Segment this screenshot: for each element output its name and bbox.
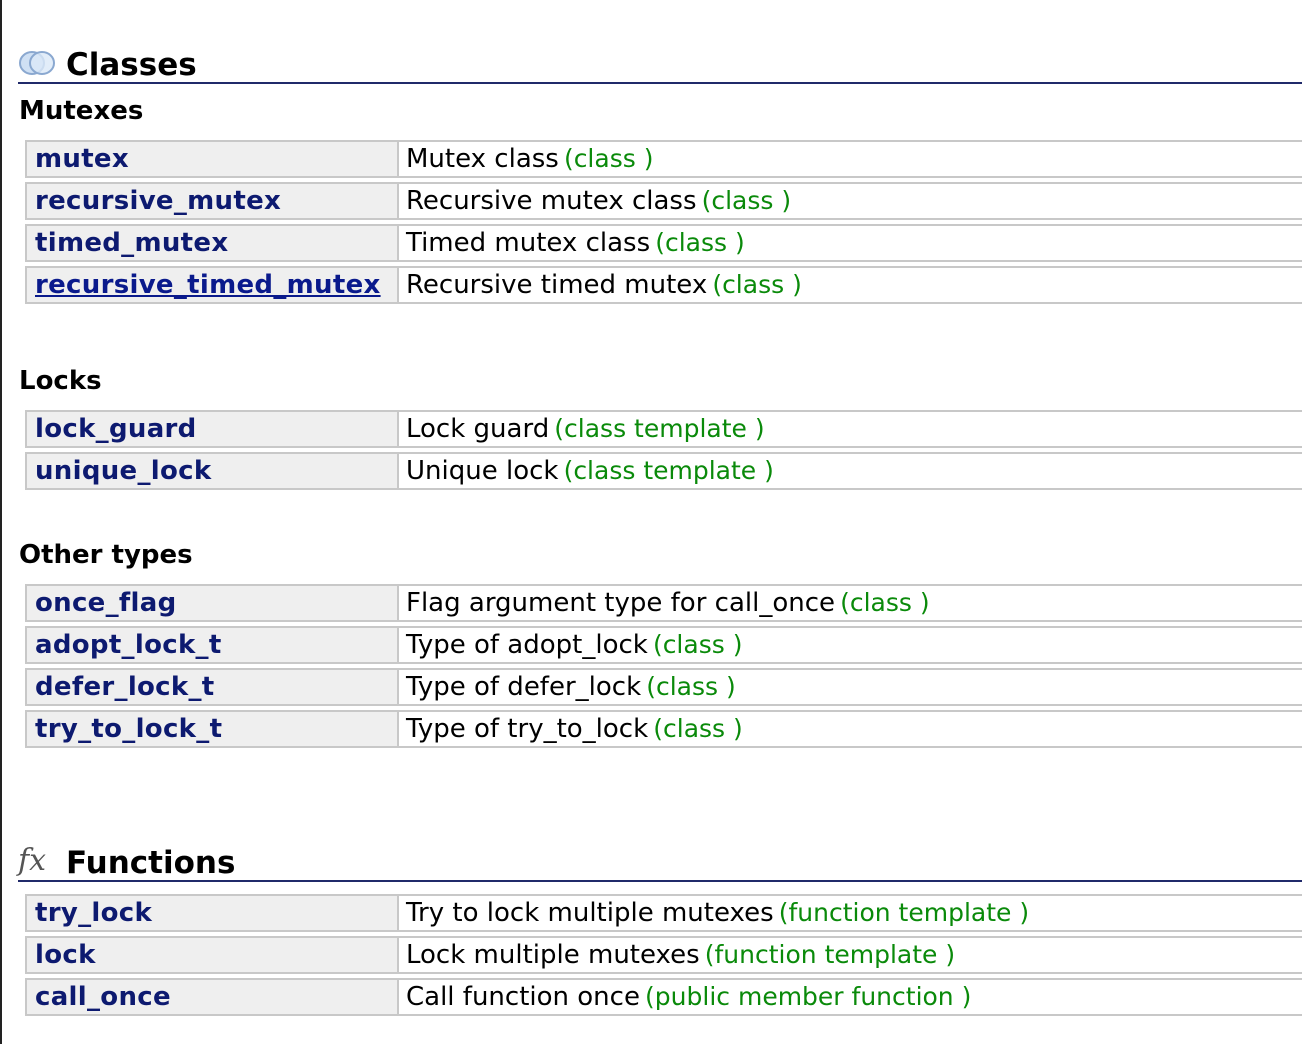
link-try-lock[interactable]: try_lock bbox=[35, 898, 152, 928]
row-kind: (class ) bbox=[563, 144, 654, 173]
link-recursive-timed-mutex[interactable]: recursive_timed_mutex bbox=[35, 270, 381, 300]
table-row: call_once Call function once (public mem… bbox=[25, 978, 1302, 1016]
row-kind: (function template ) bbox=[778, 898, 1030, 927]
link-timed-mutex[interactable]: timed_mutex bbox=[35, 228, 228, 258]
group-title-mutexes: Mutexes bbox=[19, 96, 144, 126]
other-types-table: once_flag Flag argument type for call_on… bbox=[25, 580, 1302, 752]
table-row: lock Lock multiple mutexes (function tem… bbox=[25, 936, 1302, 974]
table-row: try_lock Try to lock multiple mutexes (f… bbox=[25, 894, 1302, 932]
row-description: Flag argument type for call_once bbox=[406, 588, 835, 618]
functions-section-header: fx Functions bbox=[18, 842, 1302, 882]
table-row: timed_mutex Timed mutex class (class ) bbox=[25, 224, 1302, 262]
table-row: recursive_mutex Recursive mutex class (c… bbox=[25, 182, 1302, 220]
row-description: Type of adopt_lock bbox=[406, 630, 648, 660]
row-kind: (class ) bbox=[701, 186, 792, 215]
group-title-locks: Locks bbox=[19, 366, 102, 396]
row-kind: (function template ) bbox=[704, 940, 956, 969]
link-try-to-lock-t[interactable]: try_to_lock_t bbox=[35, 714, 222, 744]
table-row: lock_guard Lock guard (class template ) bbox=[25, 410, 1302, 448]
link-lock[interactable]: lock bbox=[35, 940, 96, 970]
row-description: Try to lock multiple mutexes bbox=[406, 898, 774, 928]
fx-function-icon: fx bbox=[18, 843, 47, 878]
table-row: defer_lock_t Type of defer_lock (class ) bbox=[25, 668, 1302, 706]
row-description: Type of defer_lock bbox=[406, 672, 642, 702]
link-recursive-mutex[interactable]: recursive_mutex bbox=[35, 186, 281, 216]
table-row: mutex Mutex class (class ) bbox=[25, 140, 1302, 178]
row-kind: (class template ) bbox=[554, 414, 765, 443]
link-lock-guard[interactable]: lock_guard bbox=[35, 414, 197, 444]
row-kind: (class ) bbox=[655, 228, 745, 257]
link-once-flag[interactable]: once_flag bbox=[35, 588, 177, 618]
row-description: Timed mutex class bbox=[406, 228, 651, 258]
row-kind: (public member function ) bbox=[645, 982, 972, 1011]
row-description: Mutex class bbox=[406, 144, 559, 174]
row-description: Type of try_to_lock bbox=[406, 714, 649, 744]
row-kind: (class ) bbox=[653, 714, 743, 743]
table-row: recursive_timed_mutex Recursive timed mu… bbox=[25, 266, 1302, 304]
functions-title: Functions bbox=[66, 845, 236, 881]
row-kind: (class ) bbox=[646, 672, 736, 701]
row-kind: (class template ) bbox=[563, 456, 774, 485]
classes-rings-icon bbox=[19, 51, 55, 75]
link-call-once[interactable]: call_once bbox=[35, 982, 171, 1012]
row-description: Recursive timed mutex bbox=[406, 270, 708, 300]
table-row: once_flag Flag argument type for call_on… bbox=[25, 584, 1302, 622]
row-description: Lock multiple mutexes bbox=[406, 940, 700, 970]
link-adopt-lock-t[interactable]: adopt_lock_t bbox=[35, 630, 222, 660]
row-description: Recursive mutex class bbox=[406, 186, 697, 216]
classes-title: Classes bbox=[66, 47, 197, 83]
classes-section-header: Classes bbox=[18, 44, 1302, 84]
functions-table: try_lock Try to lock multiple mutexes (f… bbox=[25, 890, 1302, 1020]
row-description: Unique lock bbox=[406, 456, 559, 486]
table-row: adopt_lock_t Type of adopt_lock (class ) bbox=[25, 626, 1302, 664]
mutexes-table: mutex Mutex class (class ) recursive_mut… bbox=[25, 136, 1302, 308]
reference-page: Classes Mutexes mutex Mutex class (class… bbox=[0, 0, 1302, 1044]
row-kind: (class ) bbox=[840, 588, 930, 617]
table-row: unique_lock Unique lock (class template … bbox=[25, 452, 1302, 490]
link-mutex[interactable]: mutex bbox=[35, 144, 129, 174]
group-title-other-types: Other types bbox=[19, 540, 193, 570]
link-defer-lock-t[interactable]: defer_lock_t bbox=[35, 672, 215, 702]
row-kind: (class ) bbox=[712, 270, 802, 299]
link-unique-lock[interactable]: unique_lock bbox=[35, 456, 211, 486]
table-row: try_to_lock_t Type of try_to_lock (class… bbox=[25, 710, 1302, 748]
locks-table: lock_guard Lock guard (class template ) … bbox=[25, 406, 1302, 494]
row-description: Call function once bbox=[406, 982, 640, 1012]
row-description: Lock guard bbox=[406, 414, 550, 444]
row-kind: (class ) bbox=[652, 630, 743, 659]
